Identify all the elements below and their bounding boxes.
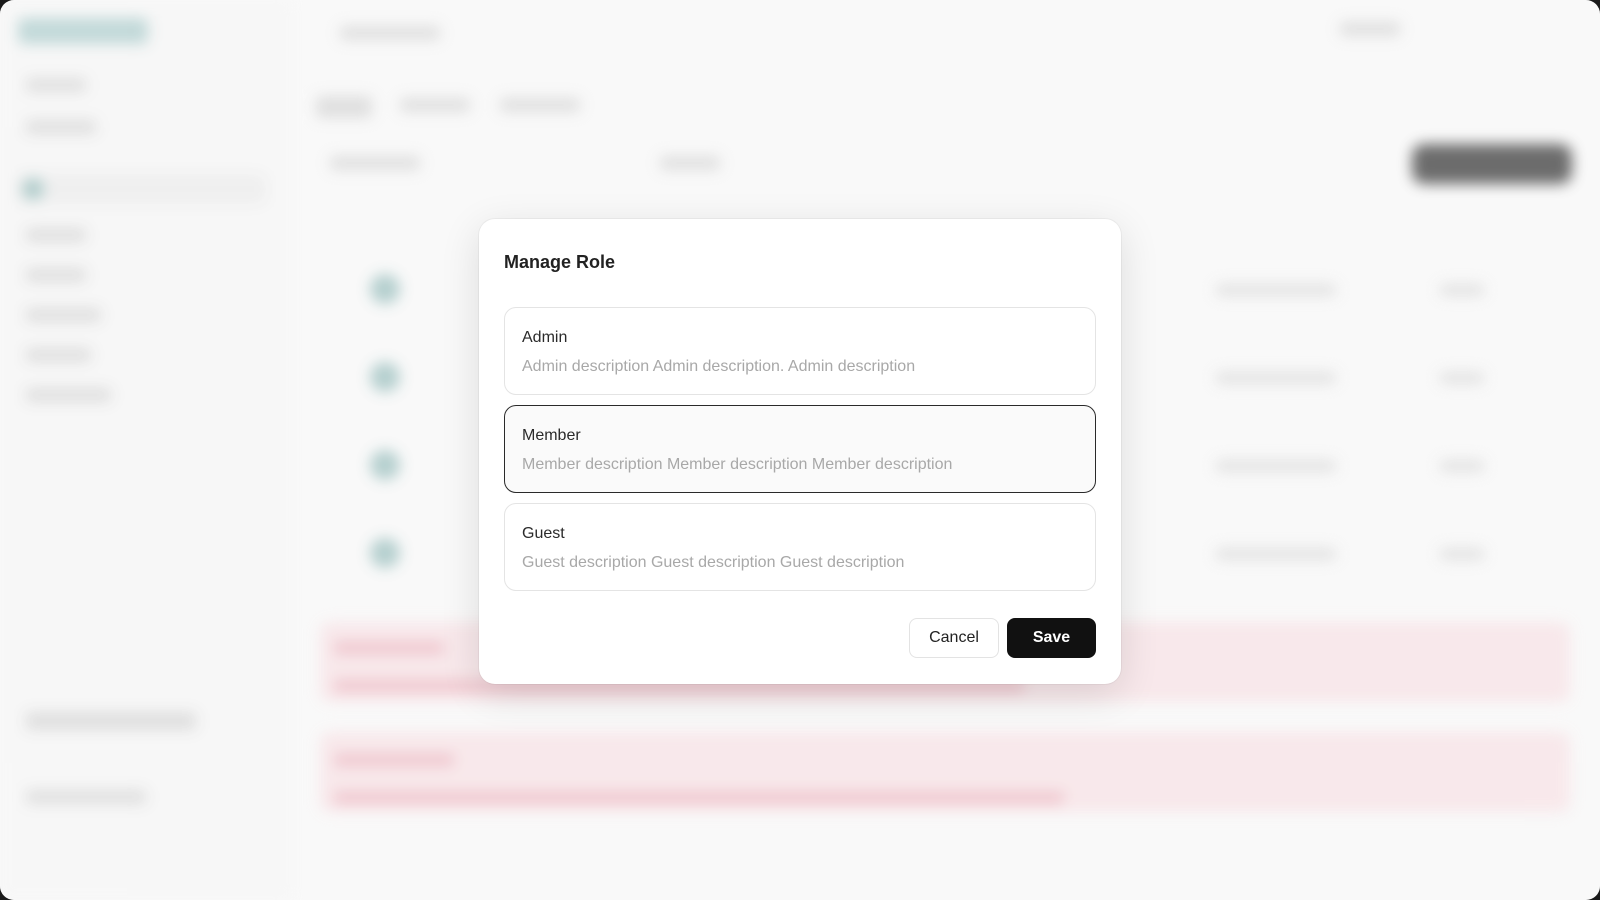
manage-role-dialog: Manage Role Admin Admin description Admi…	[479, 219, 1121, 684]
app-window: Manage Role Admin Admin description Admi…	[0, 0, 1600, 900]
role-option-admin[interactable]: Admin Admin description Admin descriptio…	[504, 307, 1096, 395]
role-name: Member	[522, 427, 581, 444]
role-option-member[interactable]: Member Member description Member descrip…	[504, 405, 1096, 493]
role-description: Guest description Guest description Gues…	[522, 554, 905, 571]
role-description: Admin description Admin description. Adm…	[522, 358, 916, 375]
dialog-title: Manage Role	[504, 252, 616, 272]
role-name: Admin	[522, 329, 568, 346]
role-name: Guest	[522, 525, 565, 542]
save-button[interactable]: Save	[1007, 618, 1096, 658]
role-description: Member description Member description Me…	[522, 456, 953, 473]
cancel-button[interactable]: Cancel	[909, 618, 999, 658]
role-option-guest[interactable]: Guest Guest description Guest descriptio…	[504, 503, 1096, 591]
